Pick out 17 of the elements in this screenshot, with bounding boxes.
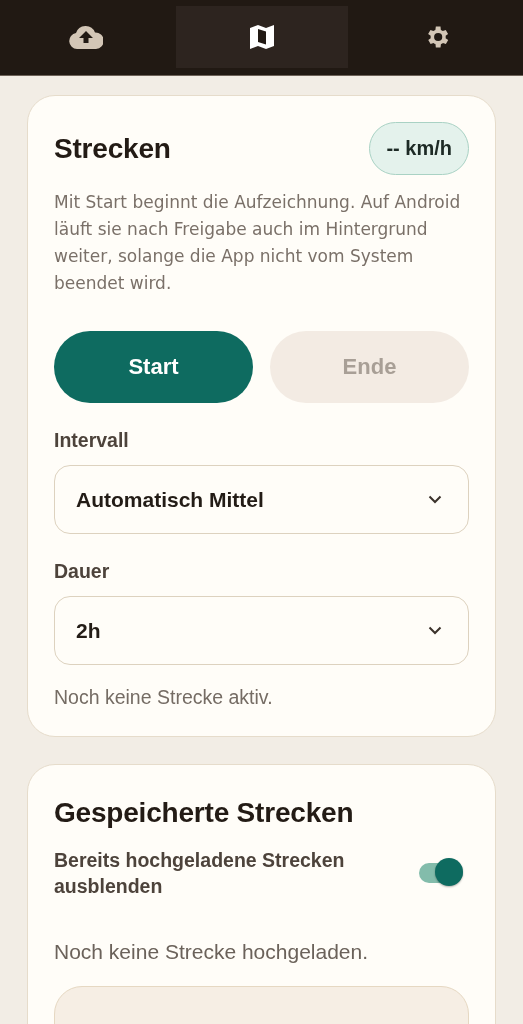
speed-badge: -- km/h	[369, 122, 469, 175]
dropdown-field[interactable]: 2h	[54, 596, 469, 665]
chevron-down-icon	[428, 626, 442, 635]
description-text: Mit Start beginnt die Aufzeichnung. Auf Android läuft sie nach Freigabe auch im Hintergrund weiter, solange die App nicht vom System beendet wird.	[54, 191, 462, 295]
card-title: Strecken	[54, 132, 171, 165]
status-text: Noch keine Strecke aktiv.	[54, 686, 274, 709]
field-label: Intervall	[54, 429, 130, 452]
empty-text: Noch keine Strecke hochgeladen.	[54, 940, 370, 964]
start-button[interactable]: Start	[54, 331, 253, 403]
field-label: Dauer	[54, 560, 111, 583]
dropdown-field[interactable]: Automatisch Mittel	[54, 465, 469, 534]
map-icon	[248, 24, 275, 50]
toggle-label: Bereits hochgeladene Strecken ausblenden	[54, 848, 346, 899]
cloud-upload-icon	[69, 25, 103, 49]
nav-tab[interactable]	[175, 6, 348, 68]
card-title: Gespeicherte Strecken	[54, 797, 355, 829]
chevron-down-icon	[428, 495, 442, 504]
